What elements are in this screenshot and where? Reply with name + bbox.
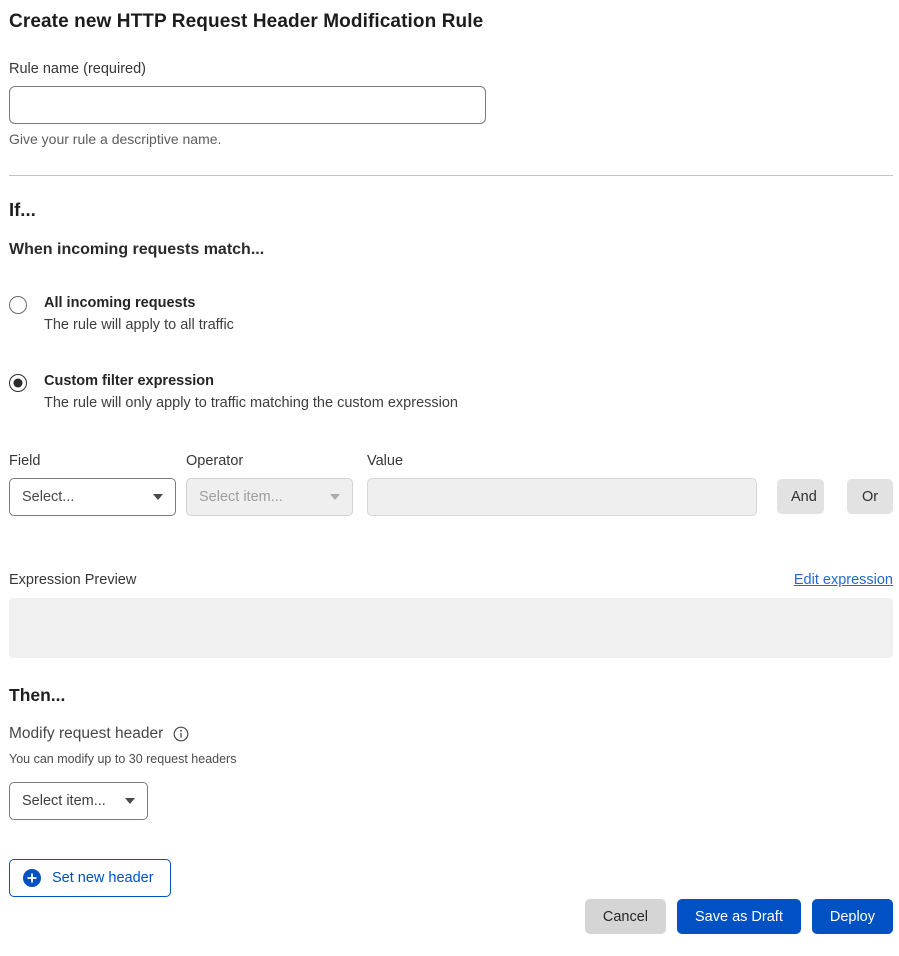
then-heading: Then... <box>9 685 893 706</box>
deploy-button[interactable]: Deploy <box>812 899 893 934</box>
expression-builder-row: Field Select... Operator Select item... … <box>9 453 893 516</box>
field-select[interactable]: Select... <box>9 478 176 516</box>
operator-label: Operator <box>186 453 353 469</box>
info-icon[interactable] <box>173 726 189 742</box>
footer-actions: Cancel Save as Draft Deploy <box>9 899 893 934</box>
field-label: Field <box>9 453 176 469</box>
chevron-down-icon <box>125 798 135 804</box>
page-title: Create new HTTP Request Header Modificat… <box>9 11 893 33</box>
rule-name-input[interactable] <box>9 86 486 124</box>
chevron-down-icon <box>330 494 340 500</box>
if-heading: If... <box>9 199 893 221</box>
headers-limit-helper: You can modify up to 30 request headers <box>9 752 893 766</box>
rule-name-helper: Give your rule a descriptive name. <box>9 131 893 147</box>
plus-circle-icon <box>23 869 41 887</box>
operator-select-value: Select item... <box>199 489 283 505</box>
radio-description: The rule will only apply to traffic matc… <box>44 395 458 411</box>
header-item-select[interactable]: Select item... <box>9 782 148 820</box>
edit-expression-link[interactable]: Edit expression <box>794 572 893 588</box>
rule-name-label: Rule name (required) <box>9 61 893 77</box>
create-rule-form: Create new HTTP Request Header Modificat… <box>0 0 899 934</box>
radio-unselected-icon[interactable] <box>9 296 27 314</box>
or-button[interactable]: Or <box>847 479 893 514</box>
radio-option-all-incoming[interactable]: All incoming requests The rule will appl… <box>9 295 893 333</box>
radio-label: Custom filter expression <box>44 373 458 389</box>
expression-preview-label: Expression Preview <box>9 572 136 588</box>
set-new-header-label: Set new header <box>52 870 154 886</box>
radio-selected-icon[interactable] <box>9 374 27 392</box>
cancel-button[interactable]: Cancel <box>585 899 666 934</box>
radio-label: All incoming requests <box>44 295 234 311</box>
modify-request-header-label: Modify request header <box>9 725 163 743</box>
set-new-header-button[interactable]: Set new header <box>9 859 171 897</box>
value-label: Value <box>367 453 757 469</box>
and-button[interactable]: And <box>777 479 824 514</box>
radio-option-custom-filter[interactable]: Custom filter expression The rule will o… <box>9 373 893 411</box>
section-divider <box>9 175 893 176</box>
operator-select: Select item... <box>186 478 353 516</box>
match-subheading: When incoming requests match... <box>9 241 893 259</box>
chevron-down-icon <box>153 494 163 500</box>
save-as-draft-button[interactable]: Save as Draft <box>677 899 801 934</box>
radio-description: The rule will apply to all traffic <box>44 317 234 333</box>
value-input <box>367 478 757 516</box>
expression-preview-box <box>9 598 893 658</box>
header-item-select-value: Select item... <box>22 793 106 809</box>
field-select-value: Select... <box>22 489 74 505</box>
